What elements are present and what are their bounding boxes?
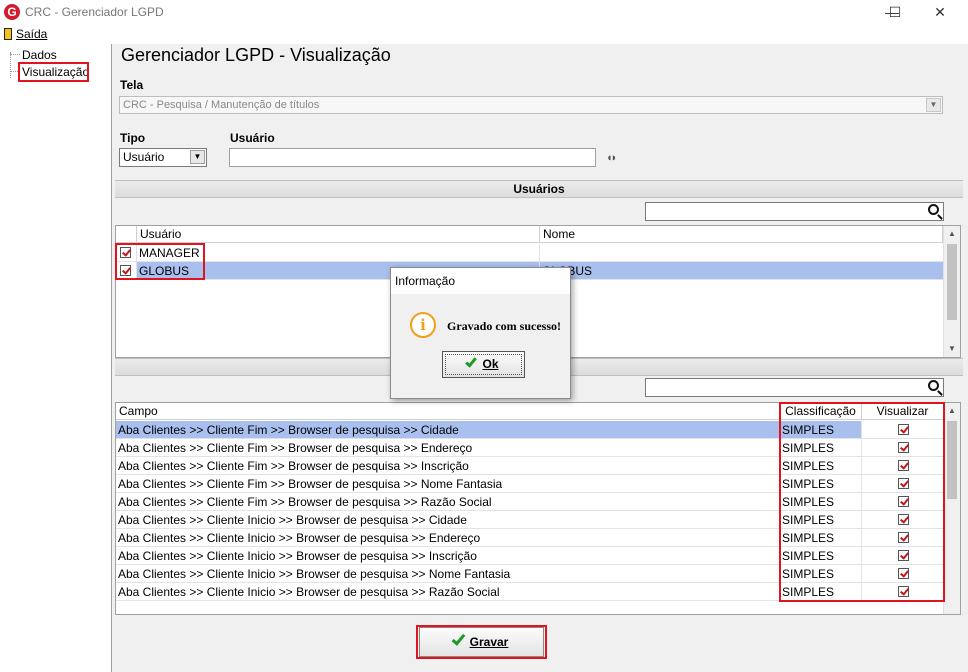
dialog-message: Gravado com sucesso!: [447, 319, 561, 333]
fields-scrollbar[interactable]: ▲: [943, 403, 960, 614]
campo-cell: Aba Clientes >> Cliente Inicio >> Browse…: [116, 565, 780, 583]
menu-exit[interactable]: Saída: [4, 27, 47, 41]
page-title: Gerenciador LGPD - Visualização: [121, 45, 391, 65]
scroll-down-icon[interactable]: ▼: [944, 342, 960, 356]
binoculars-search-icon[interactable]: ◖◗: [606, 152, 617, 164]
users-header-usuario[interactable]: Usuário: [137, 226, 540, 243]
scroll-thumb[interactable]: [947, 421, 957, 499]
menu-bar: Saída: [0, 24, 968, 44]
users-header-nome[interactable]: Nome: [540, 226, 943, 243]
campo-cell: Aba Clientes >> Cliente Inicio >> Browse…: [116, 511, 780, 529]
tree-connector: [10, 54, 20, 55]
table-row[interactable]: MANAGER: [116, 244, 944, 262]
tree-connector: [10, 52, 11, 78]
search-icon[interactable]: [928, 380, 939, 391]
ok-button[interactable]: Ok: [442, 351, 525, 378]
dialog-title: Informação: [391, 268, 570, 294]
title-bar: G CRC - Gerenciador LGPD — ☐ ✕: [0, 0, 968, 24]
usuario-label: Usuário: [230, 131, 275, 145]
info-icon: i: [410, 312, 436, 338]
highlight-box: [779, 402, 945, 602]
campo-cell: Aba Clientes >> Cliente Fim >> Browser d…: [116, 439, 780, 457]
users-search-input[interactable]: [645, 202, 944, 221]
tela-select[interactable]: CRC - Pesquisa / Manutenção de títulos ▼: [119, 96, 943, 114]
search-icon[interactable]: [928, 204, 939, 215]
users-scrollbar[interactable]: ▲ ▼: [943, 226, 960, 357]
campo-cell: Aba Clientes >> Cliente Fim >> Browser d…: [116, 475, 780, 493]
campo-cell: Aba Clientes >> Cliente Fim >> Browser d…: [116, 457, 780, 475]
tela-value: CRC - Pesquisa / Manutenção de títulos: [123, 99, 320, 111]
navigation-tree: Dados Visualização: [0, 44, 112, 672]
usuario-input[interactable]: [229, 148, 596, 167]
window-title: CRC - Gerenciador LGPD: [25, 5, 164, 19]
highlight-box: [115, 243, 205, 280]
tree-item-dados[interactable]: Dados: [22, 48, 57, 62]
scroll-up-icon[interactable]: ▲: [944, 227, 960, 241]
tela-label: Tela: [120, 78, 144, 92]
close-button[interactable]: ✕: [920, 2, 960, 22]
campo-cell: Aba Clientes >> Cliente Inicio >> Browse…: [116, 583, 780, 601]
info-dialog: Informação i Gravado com sucesso! Ok: [390, 267, 571, 399]
menu-exit-label: Saída: [16, 27, 48, 41]
campo-cell: Aba Clientes >> Cliente Inicio >> Browse…: [116, 529, 780, 547]
users-section-header: Usuários: [115, 180, 963, 198]
fields-search-input[interactable]: [645, 378, 944, 397]
highlight-box: [416, 625, 547, 659]
user-nome-cell: GLOBUS: [540, 262, 944, 280]
users-header-check: [116, 226, 137, 243]
tipo-value: Usuário: [123, 150, 165, 164]
campo-cell: Aba Clientes >> Cliente Inicio >> Browse…: [116, 547, 780, 565]
check-icon: [465, 355, 478, 368]
exit-door-icon: [4, 28, 12, 40]
campo-cell: Aba Clientes >> Cliente Fim >> Browser d…: [116, 493, 780, 511]
scroll-thumb[interactable]: [947, 244, 957, 320]
chevron-down-icon[interactable]: ▼: [190, 150, 205, 164]
user-nome-cell: [540, 244, 944, 262]
scroll-up-icon[interactable]: ▲: [944, 404, 960, 418]
fields-header-campo[interactable]: Campo: [116, 403, 780, 420]
chevron-down-icon[interactable]: ▼: [926, 98, 941, 112]
highlight-box: [18, 62, 89, 82]
tipo-label: Tipo: [120, 131, 146, 145]
ok-label: Ok: [482, 357, 499, 371]
maximize-button[interactable]: ☐: [875, 2, 915, 22]
campo-cell: Aba Clientes >> Cliente Fim >> Browser d…: [116, 421, 780, 439]
app-logo-icon: G: [4, 4, 20, 20]
tipo-select[interactable]: Usuário ▼: [119, 148, 207, 167]
